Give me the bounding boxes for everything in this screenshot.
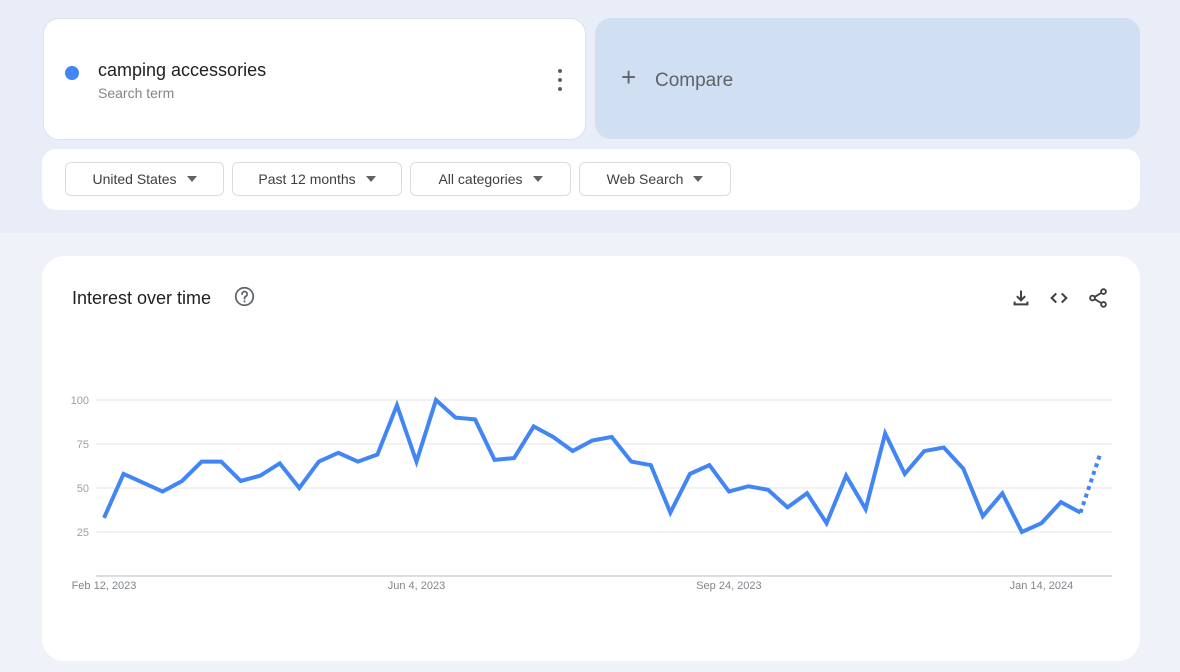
data-point	[590, 438, 594, 442]
data-point	[825, 521, 829, 525]
data-point	[551, 435, 555, 439]
filter-time-dropdown[interactable]: Past 12 months	[232, 162, 402, 196]
data-point	[1000, 491, 1004, 495]
filter-label: United States	[92, 171, 177, 187]
search-term-type: Search term	[98, 85, 175, 101]
data-point	[414, 460, 418, 464]
data-point	[942, 446, 946, 450]
data-point	[746, 484, 750, 488]
data-point	[571, 449, 575, 453]
filter-label: All categories	[438, 171, 523, 187]
data-point	[336, 451, 340, 455]
filter-region-dropdown[interactable]: United States	[65, 162, 224, 196]
data-point	[102, 516, 106, 520]
data-point	[922, 449, 926, 453]
data-point	[1098, 453, 1102, 457]
data-point	[649, 463, 653, 467]
y-tick-label: 50	[77, 483, 89, 495]
data-point	[219, 460, 223, 464]
data-point	[532, 424, 536, 428]
data-point	[375, 453, 379, 457]
data-point	[786, 505, 790, 509]
data-point	[1078, 511, 1082, 515]
data-point	[903, 472, 907, 476]
plus-icon: +	[621, 62, 637, 92]
dropdown-arrow-icon	[186, 176, 197, 182]
data-point	[239, 479, 243, 483]
data-point	[473, 417, 477, 421]
compare-label: Compare	[655, 70, 734, 91]
series-line-partial	[1078, 453, 1102, 514]
data-point	[161, 490, 165, 494]
data-point	[844, 474, 848, 478]
series-color-dot	[65, 66, 79, 80]
data-point	[688, 472, 692, 476]
x-tick-label: Sep 24, 2023	[696, 580, 761, 592]
data-point	[864, 507, 868, 511]
data-point	[356, 460, 360, 464]
data-point	[883, 431, 887, 435]
data-point	[668, 511, 672, 515]
search-term-card[interactable]: camping accessories Search term	[43, 18, 586, 140]
x-tick-label: Jun 4, 2023	[388, 580, 446, 592]
filter-bar: United States Past 12 months All categor…	[42, 149, 1140, 210]
data-point	[200, 460, 204, 464]
data-point	[1059, 500, 1063, 504]
x-tick-label: Jan 14, 2024	[1010, 580, 1074, 592]
more-options-icon[interactable]	[550, 69, 570, 91]
x-tick-label: Feb 12, 2023	[72, 580, 137, 592]
interest-line-chart[interactable]: 25 50 75 100 Feb 12, 2023 Jun 4, 2023 Sep 24, …	[0, 256, 1180, 661]
data-point	[493, 458, 497, 462]
data-point	[1020, 530, 1024, 534]
data-point	[805, 491, 809, 495]
data-point	[981, 514, 985, 518]
data-point	[1039, 521, 1043, 525]
y-tick-label: 100	[71, 395, 89, 407]
filter-category-dropdown[interactable]: All categories	[410, 162, 571, 196]
data-point	[122, 472, 126, 476]
filter-label: Past 12 months	[258, 171, 356, 187]
data-point	[707, 463, 711, 467]
data-point	[434, 398, 438, 402]
data-point	[610, 435, 614, 439]
series-line	[102, 396, 1082, 535]
data-point	[766, 488, 770, 492]
dropdown-arrow-icon	[365, 176, 376, 182]
data-point	[141, 481, 145, 485]
data-point	[961, 467, 965, 471]
data-point	[395, 403, 399, 407]
dropdown-arrow-icon	[693, 176, 704, 182]
data-point	[512, 456, 516, 460]
data-point	[317, 460, 321, 464]
dropdown-arrow-icon	[532, 176, 543, 182]
compare-button[interactable]: + Compare	[595, 18, 1140, 139]
y-tick-label: 25	[77, 527, 89, 539]
data-point	[629, 460, 633, 464]
data-point	[297, 486, 301, 490]
data-point	[258, 474, 262, 478]
data-point	[180, 479, 184, 483]
data-point	[278, 461, 282, 465]
search-term-name[interactable]: camping accessories	[98, 60, 266, 81]
y-tick-label: 75	[77, 439, 89, 451]
filter-search-type-dropdown[interactable]: Web Search	[579, 162, 731, 196]
filter-label: Web Search	[606, 171, 684, 187]
data-point	[727, 490, 731, 494]
data-point	[454, 416, 458, 420]
